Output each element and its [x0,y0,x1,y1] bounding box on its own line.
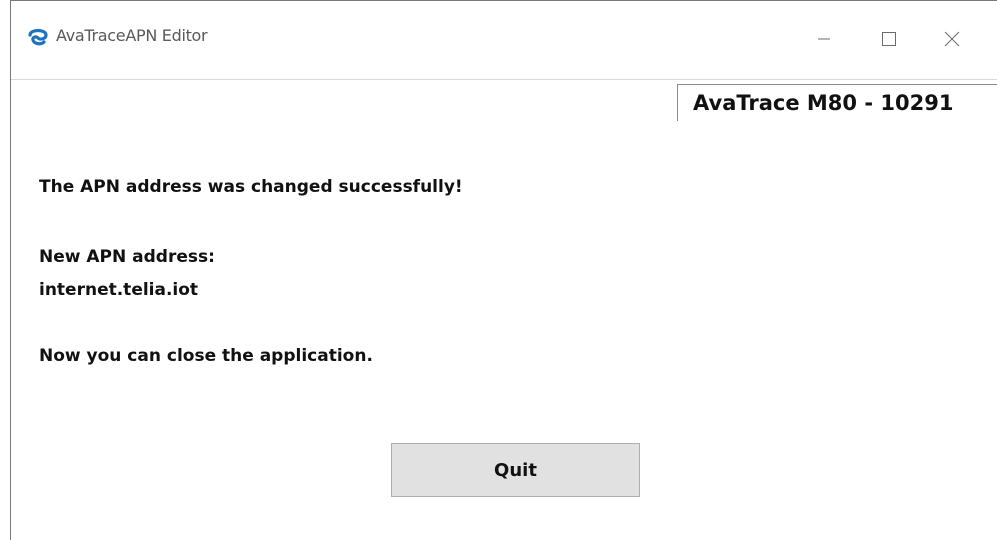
close-button[interactable] [929,1,975,77]
quit-button[interactable]: Quit [391,443,640,497]
close-hint-message: Now you can close the application. [39,346,373,366]
device-label: AvaTrace M80 - 10291 [693,91,954,115]
window-title: AvaTraceAPN Editor [56,26,208,45]
avatrace-logo-icon [27,26,49,48]
title-bar[interactable]: AvaTraceAPN Editor [11,1,997,79]
maximize-button[interactable] [866,1,912,77]
minimize-icon [818,38,830,40]
maximize-icon [882,32,896,46]
new-apn-heading: New APN address: [39,247,215,267]
close-icon [944,31,960,47]
app-window: AvaTraceAPN Editor AvaTrace M80 - 10291 … [10,0,997,540]
device-info-box: AvaTrace M80 - 10291 [677,84,997,121]
success-message: The APN address was changed successfully… [39,177,463,197]
title-divider [11,79,997,80]
minimize-button[interactable] [801,1,847,77]
new-apn-value: internet.telia.iot [39,280,199,300]
